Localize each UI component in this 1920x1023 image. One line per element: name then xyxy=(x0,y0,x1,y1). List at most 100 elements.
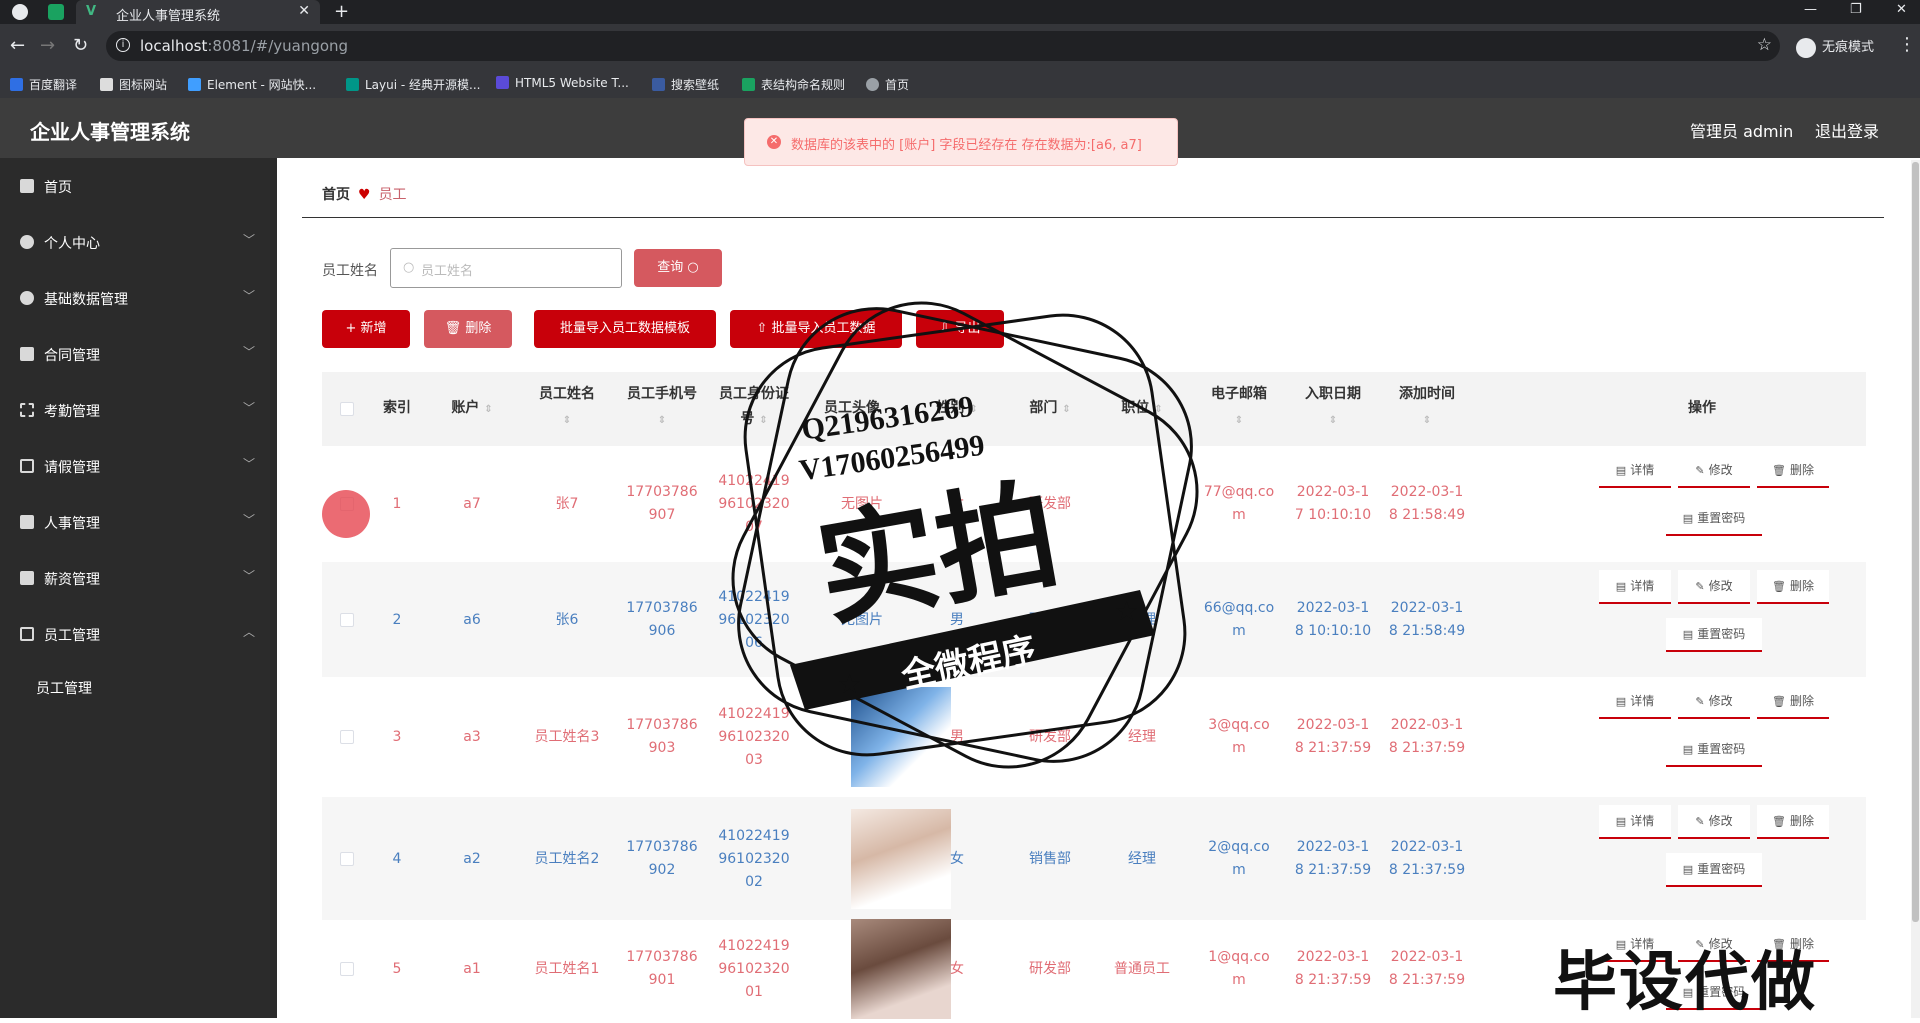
th-account[interactable]: 账户 ⇕ xyxy=(432,396,512,422)
close-window-button[interactable]: ✕ xyxy=(1896,2,1907,17)
watermark-bottom: 毕设代做 xyxy=(1553,946,1817,1020)
cell-name: 张6 xyxy=(555,611,579,628)
error-icon: ✕ xyxy=(767,135,781,149)
th-added[interactable]: 添加时间 ⇕ xyxy=(1382,382,1472,433)
reset-password-button[interactable]: ▤ 重置密码 xyxy=(1666,618,1762,652)
th-phone[interactable]: 员工手机号 ⇕ xyxy=(618,382,706,433)
sidebar-item-leave[interactable]: 请假管理 ﹀ xyxy=(0,446,277,486)
cell-phone-line: 17703786 xyxy=(626,717,698,733)
th-actions: 操作 xyxy=(1688,400,1716,416)
row-delete-button[interactable]: 🗑 删除 xyxy=(1757,805,1829,839)
scrollbar-thumb[interactable] xyxy=(1912,162,1919,922)
tab-active[interactable]: V 企业人事管理系统 ✕ xyxy=(76,0,320,24)
bookmark-item[interactable]: 首页 xyxy=(866,76,909,93)
browser-menu-icon[interactable] xyxy=(12,4,28,20)
new-tab-button[interactable]: + xyxy=(334,1,349,22)
bookmark-item[interactable]: Element - 网站快... xyxy=(188,76,316,93)
sidebar-subitem-employee-manage[interactable]: 员工管理 xyxy=(36,678,92,698)
select-all-checkbox[interactable] xyxy=(340,402,354,416)
edit-button[interactable]: ✎ 修改 xyxy=(1678,685,1750,719)
forward-icon[interactable]: → xyxy=(40,35,55,56)
page-scrollbar[interactable] xyxy=(1911,160,1920,1018)
minimize-button[interactable]: — xyxy=(1804,2,1817,17)
th-name[interactable]: 员工姓名 ⇕ xyxy=(522,382,612,433)
row-delete-button[interactable]: 🗑 删除 xyxy=(1757,685,1829,719)
row-checkbox[interactable] xyxy=(340,730,354,744)
edit-button[interactable]: ✎ 修改 xyxy=(1678,570,1750,604)
url-field[interactable]: i localhost:8081/#/yuangong ☆ xyxy=(106,31,1780,61)
sort-icon: ⇕ xyxy=(562,415,572,426)
bookmark-item[interactable]: Layui - 经典开源模... xyxy=(346,76,480,93)
row-delete-button-label: 删除 xyxy=(1789,814,1814,828)
reset-password-button[interactable]: ▤ 重置密码 xyxy=(1666,853,1762,887)
sidebar-item-employee[interactable]: 员工管理 ︿ xyxy=(0,614,277,654)
th-hire[interactable]: 入职日期 ⇕ xyxy=(1288,382,1378,433)
chevron-down-icon: ﹀ xyxy=(242,457,255,471)
copy-icon xyxy=(20,459,34,473)
site-info-icon[interactable]: i xyxy=(116,38,130,52)
back-icon[interactable]: ← xyxy=(10,35,25,56)
cell-idcard-line: 96102320 xyxy=(718,960,790,977)
cell-name: 员工姓名1 xyxy=(534,960,600,977)
sidebar-item-attendance[interactable]: 考勤管理 ﹀ xyxy=(0,390,277,430)
breadcrumb-home[interactable]: 首页 xyxy=(322,187,350,203)
row-checkbox[interactable] xyxy=(340,613,354,627)
sidebar-item-hr[interactable]: 人事管理 ﹀ xyxy=(0,502,277,542)
delete-button[interactable]: 🗑 删除 xyxy=(424,310,512,348)
table-row[interactable]: 4 a2 员工姓名2 17703786 902 41022419 96102320 02 女 销售… xyxy=(322,797,1866,920)
document-icon: ▤ xyxy=(1682,863,1694,876)
detail-button-label: 详情 xyxy=(1630,463,1655,477)
row-checkbox[interactable] xyxy=(340,852,354,866)
detail-button[interactable]: ▤ 详情 xyxy=(1599,454,1671,488)
bookmark-item[interactable]: 表结构命名规则 xyxy=(742,76,845,93)
row-checkbox[interactable] xyxy=(340,962,354,976)
reload-icon[interactable]: ↻ xyxy=(73,35,88,56)
sidebar-item-home[interactable]: 首页 xyxy=(0,166,277,206)
cell-dept: 销售部 xyxy=(1029,850,1071,867)
incognito-indicator[interactable]: 无痕模式 xyxy=(1796,36,1874,58)
row-delete-button[interactable]: 🗑 删除 xyxy=(1757,570,1829,604)
detail-button[interactable]: ▤ 详情 xyxy=(1599,805,1671,839)
detail-button[interactable]: ▤ 详情 xyxy=(1599,685,1671,719)
vue-logo-icon: V xyxy=(86,4,97,19)
trash-icon: 🗑 xyxy=(1772,695,1786,708)
cell-added: 2022-03-1 8 21:58:49 xyxy=(1382,597,1472,643)
bookmark-item[interactable]: 搜索壁纸 xyxy=(652,76,719,93)
import-template-button[interactable]: 批量导入员工数据模板 xyxy=(534,310,716,348)
chevron-down-icon: ﹀ xyxy=(242,345,255,359)
edit-button[interactable]: ✎ 修改 xyxy=(1678,805,1750,839)
bookmark-item[interactable]: 百度翻译 xyxy=(10,76,77,93)
sidebar-item-personal[interactable]: 个人中心 ﹀ xyxy=(0,222,277,262)
cell-hire-line: 8 21:37:59 xyxy=(1294,740,1372,756)
url-path: :8081/#/yuangong xyxy=(207,37,349,55)
pinned-tab-icon[interactable] xyxy=(48,4,64,20)
bookmark-favicon-icon xyxy=(10,78,23,91)
query-button[interactable]: 查询 ○ xyxy=(634,249,722,287)
edit-button[interactable]: ✎ 修改 xyxy=(1678,454,1750,488)
cell-index: 5 xyxy=(392,960,402,977)
cell-hire: 2022-03-1 8 10:10:10 xyxy=(1288,597,1378,643)
row-delete-button[interactable]: 🗑 删除 xyxy=(1757,454,1829,488)
detail-button[interactable]: ▤ 详情 xyxy=(1599,570,1671,604)
cell-email-line: m xyxy=(1232,862,1246,878)
logout-link[interactable]: 退出登录 xyxy=(1815,118,1879,142)
bookmark-item[interactable]: 图标网站 xyxy=(100,76,167,93)
add-button[interactable]: + 新增 xyxy=(322,310,410,348)
tab-close-icon[interactable]: ✕ xyxy=(298,3,310,19)
th-phone-label: 员工手机号 xyxy=(627,386,697,402)
bookmark-star-icon[interactable]: ☆ xyxy=(1757,35,1772,55)
reset-password-button[interactable]: ▤ 重置密码 xyxy=(1666,733,1762,767)
sidebar-item-basic-data[interactable]: 基础数据管理 ﹀ xyxy=(0,278,277,318)
bookmark-label: 搜索壁纸 xyxy=(671,78,720,92)
cell-added-line: 8 21:37:59 xyxy=(1388,740,1466,756)
restore-button[interactable]: ❐ xyxy=(1850,2,1862,17)
browser-menu-kebab-icon[interactable]: ⋮ xyxy=(1898,34,1916,55)
cell-account: a7 xyxy=(463,495,481,512)
bookmark-item[interactable]: HTML5 Website T... xyxy=(496,76,629,90)
sidebar-item-contract[interactable]: 合同管理 ﹀ xyxy=(0,334,277,374)
cell-phone-line: 17703786 xyxy=(626,600,698,616)
cell-added-line: 8 21:58:49 xyxy=(1388,507,1466,523)
search-input[interactable]: ○ 员工姓名 xyxy=(390,248,622,288)
reset-password-button[interactable]: ▤ 重置密码 xyxy=(1666,502,1762,536)
sidebar-item-salary[interactable]: 薪资管理 ﹀ xyxy=(0,558,277,598)
